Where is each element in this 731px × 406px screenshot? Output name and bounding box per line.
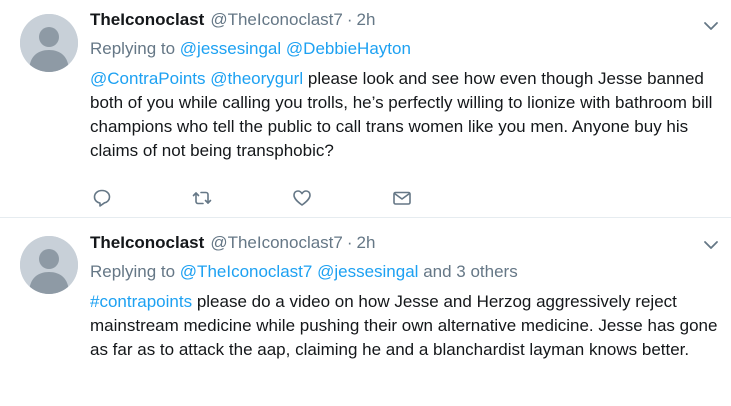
default-avatar-icon	[20, 14, 78, 72]
like-icon	[293, 190, 311, 206]
timestamp[interactable]: 2h	[357, 233, 376, 253]
retweet-icon	[192, 191, 212, 205]
envelope-icon	[393, 191, 411, 205]
replying-to-mention[interactable]: @jessesingal	[317, 262, 418, 281]
tweet-header: TheIconoclast @TheIconoclast7 · 2h	[90, 233, 717, 257]
tweet-text: @ContraPoints @theorygurl please look an…	[90, 67, 725, 163]
tweet[interactable]: TheIconoclast @TheIconoclast7 · 2h Reply…	[0, 0, 731, 218]
separator-dot: ·	[346, 10, 353, 29]
replying-to-label: Replying to	[90, 39, 176, 58]
replying-to-label: Replying to	[90, 262, 176, 281]
retweet-button[interactable]	[192, 186, 292, 210]
user-handle[interactable]: @TheIconoclast7	[210, 10, 343, 30]
replying-to-line: Replying to @jessesingal @DebbieHayton	[90, 39, 717, 63]
default-avatar-icon	[20, 236, 78, 294]
avatar[interactable]	[20, 236, 78, 294]
tweet-header: TheIconoclast @TheIconoclast7 · 2h	[90, 10, 717, 34]
tweet-actions	[92, 186, 492, 210]
tweet-content: TheIconoclast @TheIconoclast7 · 2h Reply…	[90, 10, 717, 163]
chevron-down-icon[interactable]	[703, 237, 719, 253]
hashtag-link[interactable]: #contrapoints	[90, 292, 192, 311]
replying-to-mention[interactable]: @jessesingal	[180, 39, 281, 58]
mention-link[interactable]: @theorygurl	[210, 69, 303, 88]
like-button[interactable]	[292, 186, 392, 210]
reply-button[interactable]	[92, 186, 192, 210]
avatar[interactable]	[20, 14, 78, 72]
timestamp[interactable]: 2h	[357, 10, 376, 30]
chevron-down-icon[interactable]	[703, 18, 719, 34]
reply-icon	[93, 189, 111, 207]
direct-message-button[interactable]	[392, 186, 492, 210]
mention-link[interactable]: @ContraPoints	[90, 69, 206, 88]
display-name[interactable]: TheIconoclast	[90, 10, 204, 30]
replying-to-mention[interactable]: @TheIconoclast7	[180, 262, 313, 281]
user-handle[interactable]: @TheIconoclast7	[210, 233, 343, 253]
tweet[interactable]: TheIconoclast @TheIconoclast7 · 2h Reply…	[0, 219, 731, 406]
replying-to-others[interactable]: and 3 others	[423, 262, 518, 281]
tweet-text: #contrapoints please do a video on how J…	[90, 290, 725, 362]
replying-to-mention[interactable]: @DebbieHayton	[286, 39, 411, 58]
tweet-content: TheIconoclast @TheIconoclast7 · 2h Reply…	[90, 233, 717, 362]
replying-to-line: Replying to @TheIconoclast7 @jessesingal…	[90, 262, 717, 286]
display-name[interactable]: TheIconoclast	[90, 233, 204, 253]
separator-dot: ·	[346, 233, 353, 252]
